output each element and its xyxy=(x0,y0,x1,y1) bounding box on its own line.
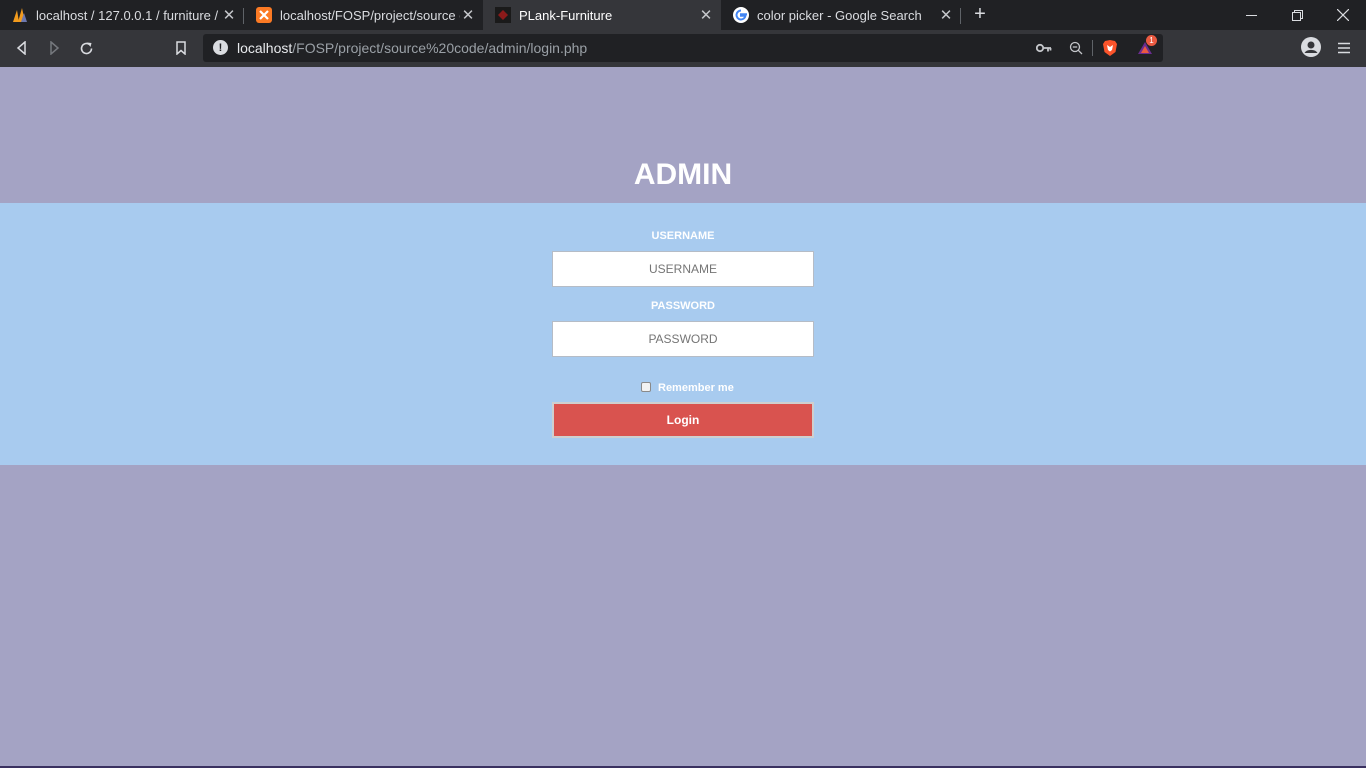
phpmyadmin-icon xyxy=(12,7,28,23)
site-info-icon[interactable]: ! xyxy=(213,40,228,55)
page-content: ADMIN USERNAME PASSWORD Remember me Logi… xyxy=(0,67,1366,768)
avatar-icon xyxy=(1301,37,1321,57)
close-window-icon xyxy=(1337,9,1349,21)
minimize-button[interactable] xyxy=(1228,0,1274,30)
tab-title: PLank-Furniture xyxy=(519,7,613,23)
tab-google-search[interactable]: color picker - Google Search ✕ xyxy=(721,0,961,30)
rewards-badge: 1 xyxy=(1146,35,1157,46)
forward-icon xyxy=(50,41,60,55)
toolbar-divider xyxy=(1092,40,1093,56)
back-icon xyxy=(16,41,26,55)
bookmark-button[interactable] xyxy=(170,38,192,58)
close-icon[interactable]: ✕ xyxy=(460,7,476,24)
restore-icon xyxy=(1291,9,1303,21)
close-icon[interactable]: ✕ xyxy=(698,7,714,24)
menu-button[interactable] xyxy=(1333,38,1355,58)
password-input[interactable] xyxy=(552,321,814,357)
plank-furniture-icon xyxy=(495,7,511,23)
forward-button[interactable] xyxy=(43,38,65,58)
username-input[interactable] xyxy=(552,251,814,287)
hamburger-menu-icon xyxy=(1338,42,1350,54)
password-label: PASSWORD xyxy=(651,300,715,312)
tab-xampp[interactable]: localhost/FOSP/project/source coc ✕ xyxy=(244,0,483,30)
username-label: USERNAME xyxy=(651,230,715,242)
google-icon xyxy=(733,7,749,23)
close-window-button[interactable] xyxy=(1320,0,1366,30)
login-panel: USERNAME PASSWORD Remember me Login xyxy=(0,203,1366,465)
bookmark-icon xyxy=(176,41,186,55)
tab-plank-furniture[interactable]: PLank-Furniture ✕ xyxy=(483,0,721,30)
xampp-icon xyxy=(256,7,272,23)
close-icon[interactable]: ✕ xyxy=(938,7,954,24)
tab-strip: localhost / 127.0.0.1 / furniture / co ✕… xyxy=(0,0,1366,30)
remember-me-row: Remember me xyxy=(641,379,734,394)
key-icon[interactable] xyxy=(1035,39,1053,57)
url-text[interactable]: localhost/FOSP/project/source%20code/adm… xyxy=(237,40,587,56)
reload-icon xyxy=(80,42,92,54)
brave-shields-icon[interactable] xyxy=(1101,39,1119,57)
login-button[interactable]: Login xyxy=(552,402,814,438)
url-path: /FOSP/project/source%20code/admin/login.… xyxy=(292,40,588,56)
zoom-icon[interactable] xyxy=(1067,39,1085,57)
brave-rewards-icon[interactable]: 1 xyxy=(1136,35,1157,57)
restore-button[interactable] xyxy=(1274,0,1320,30)
new-tab-button[interactable]: + xyxy=(969,3,991,25)
page-title: ADMIN xyxy=(633,158,733,191)
tab-title: color picker - Google Search xyxy=(757,7,922,23)
address-bar[interactable]: ! localhost/FOSP/project/source%20code/a… xyxy=(203,34,1163,62)
close-icon[interactable]: ✕ xyxy=(221,7,237,24)
back-button[interactable] xyxy=(11,38,33,58)
profile-button[interactable] xyxy=(1300,37,1322,57)
url-host: localhost xyxy=(237,40,293,56)
tab-title: localhost / 127.0.0.1 / furniture / co xyxy=(36,7,221,23)
browser-toolbar: ! localhost/FOSP/project/source%20code/a… xyxy=(0,30,1366,67)
remember-me-label[interactable]: Remember me xyxy=(658,382,734,394)
reload-button[interactable] xyxy=(75,38,97,58)
tab-title: localhost/FOSP/project/source coc xyxy=(280,7,460,23)
remember-me-checkbox[interactable] xyxy=(641,381,651,392)
minimize-icon xyxy=(1245,14,1257,16)
tab-phpmyadmin[interactable]: localhost / 127.0.0.1 / furniture / co ✕ xyxy=(0,0,244,30)
tab-separator xyxy=(960,8,961,24)
